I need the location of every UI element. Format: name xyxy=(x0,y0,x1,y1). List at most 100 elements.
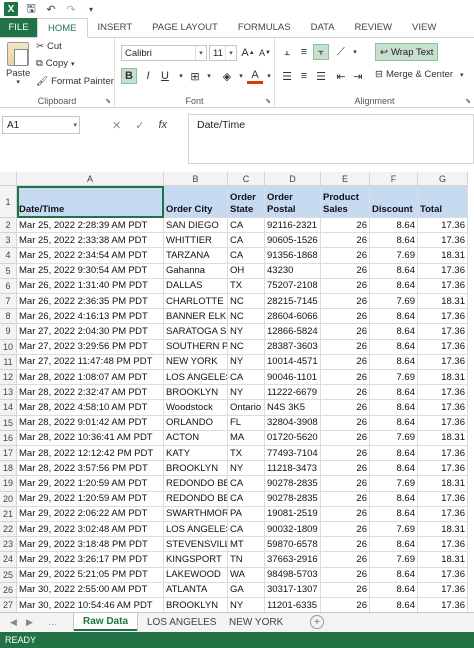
formula-input[interactable]: Date/Time xyxy=(188,114,474,164)
table-cell[interactable]: 90278-2835 xyxy=(265,476,321,492)
table-cell[interactable]: PA xyxy=(228,506,265,522)
customize-icon[interactable]: ▾ xyxy=(84,2,98,16)
table-cell[interactable]: KINGSPORT xyxy=(164,552,228,568)
table-cell[interactable]: SWARTHMOR xyxy=(164,506,228,522)
align-right-icon[interactable]: ☰ xyxy=(313,68,329,84)
table-cell[interactable]: 17.36 xyxy=(418,567,468,583)
tab-data[interactable]: DATA xyxy=(301,18,345,37)
table-cell[interactable]: Mar 26, 2022 1:31:40 PM PDT xyxy=(17,278,164,294)
table-cell[interactable]: OH xyxy=(228,263,265,279)
table-cell[interactable]: 17.36 xyxy=(418,446,468,462)
table-cell[interactable]: Mar 25, 2022 2:34:54 AM PDT xyxy=(17,248,164,264)
column-header-a[interactable]: A xyxy=(17,172,164,186)
table-cell[interactable]: 26 xyxy=(321,248,370,264)
font-size-combo[interactable]: 11 ▾ xyxy=(209,45,237,61)
decrease-indent-icon[interactable]: ⇤ xyxy=(333,68,349,84)
table-cell[interactable]: ORLANDO xyxy=(164,415,228,431)
table-cell[interactable]: NEW YORK xyxy=(164,354,228,370)
header-cell[interactable]: Order State xyxy=(228,186,265,218)
table-cell[interactable]: Mar 29, 2022 1:20:59 AM PDT xyxy=(17,476,164,492)
table-cell[interactable]: 26 xyxy=(321,263,370,279)
table-cell[interactable]: FL xyxy=(228,415,265,431)
table-cell[interactable]: CA xyxy=(228,218,265,234)
table-cell[interactable]: 17.36 xyxy=(418,278,468,294)
table-cell[interactable]: 8.64 xyxy=(370,491,418,507)
table-cell[interactable]: 01720-5620 xyxy=(265,430,321,446)
table-cell[interactable]: 17.36 xyxy=(418,339,468,355)
dialog-launcher-icon[interactable]: ⬊ xyxy=(265,97,271,105)
table-cell[interactable]: 7.69 xyxy=(370,370,418,386)
row-header[interactable]: 16 xyxy=(0,430,17,446)
table-cell[interactable]: 26 xyxy=(321,400,370,416)
table-cell[interactable]: 26 xyxy=(321,415,370,431)
table-cell[interactable]: Mar 26, 2022 4:16:13 PM PDT xyxy=(17,309,164,325)
table-cell[interactable]: NY xyxy=(228,461,265,477)
table-cell[interactable]: REDONDO BE xyxy=(164,491,228,507)
table-cell[interactable]: 8.64 xyxy=(370,324,418,340)
sheet-tab-raw-data[interactable]: Raw Data xyxy=(74,613,138,631)
table-cell[interactable]: 11201-6335 xyxy=(265,598,321,612)
header-cell[interactable]: Total xyxy=(418,186,468,218)
table-cell[interactable]: 26 xyxy=(321,476,370,492)
table-cell[interactable]: TX xyxy=(228,446,265,462)
underline-button[interactable]: U xyxy=(157,68,173,84)
table-cell[interactable]: 11218-3473 xyxy=(265,461,321,477)
name-box[interactable]: A1 ▾ xyxy=(2,116,80,134)
row-header[interactable]: 18 xyxy=(0,461,17,477)
table-cell[interactable]: 26 xyxy=(321,461,370,477)
table-cell[interactable]: Mar 30, 2022 10:54:46 AM PDT xyxy=(17,598,164,612)
table-cell[interactable]: 8.64 xyxy=(370,400,418,416)
table-cell[interactable]: 28604-6066 xyxy=(265,309,321,325)
table-cell[interactable]: 8.64 xyxy=(370,537,418,553)
table-cell[interactable]: ATLANTA xyxy=(164,582,228,598)
dialog-launcher-icon[interactable]: ⬊ xyxy=(465,97,471,105)
row-header[interactable]: 25 xyxy=(0,567,17,583)
row-header[interactable]: 27 xyxy=(0,598,17,612)
table-cell[interactable]: Mar 29, 2022 2:06:22 AM PDT xyxy=(17,506,164,522)
next-sheet-icon[interactable]: ▶ xyxy=(26,617,33,628)
table-cell[interactable]: SAN DIEGO xyxy=(164,218,228,234)
table-cell[interactable]: Mar 29, 2022 1:20:59 AM PDT xyxy=(17,491,164,507)
table-cell[interactable]: 8.64 xyxy=(370,233,418,249)
table-cell[interactable]: 17.36 xyxy=(418,506,468,522)
column-header-g[interactable]: G xyxy=(418,172,468,186)
table-cell[interactable]: 8.64 xyxy=(370,309,418,325)
column-header-d[interactable]: D xyxy=(265,172,321,186)
table-cell[interactable]: 18.31 xyxy=(418,248,468,264)
table-cell[interactable]: Mar 28, 2022 10:36:41 AM PDT xyxy=(17,430,164,446)
table-cell[interactable]: Mar 28, 2022 4:58:10 AM PDT xyxy=(17,400,164,416)
table-cell[interactable]: CA xyxy=(228,522,265,538)
paste-button[interactable]: Paste ▾ xyxy=(6,42,30,86)
table-cell[interactable]: Mar 29, 2022 5:21:05 PM PDT xyxy=(17,567,164,583)
redo-icon[interactable]: ↷ xyxy=(64,2,78,16)
row-header[interactable]: 8 xyxy=(0,309,17,325)
table-cell[interactable]: NY xyxy=(228,385,265,401)
row-header[interactable]: 17 xyxy=(0,446,17,462)
format-painter-button[interactable]: 🖌 Format Painter xyxy=(36,76,114,87)
table-cell[interactable]: Mar 29, 2022 3:18:48 PM PDT xyxy=(17,537,164,553)
table-cell[interactable]: 26 xyxy=(321,278,370,294)
table-cell[interactable]: 12866-5824 xyxy=(265,324,321,340)
table-cell[interactable]: Mar 29, 2022 3:26:17 PM PDT xyxy=(17,552,164,568)
grow-font-button[interactable]: A ▲ xyxy=(240,45,256,61)
table-cell[interactable]: 26 xyxy=(321,309,370,325)
column-header-e[interactable]: E xyxy=(321,172,370,186)
table-cell[interactable]: 7.69 xyxy=(370,430,418,446)
header-cell[interactable]: Product Sales xyxy=(321,186,370,218)
column-header-b[interactable]: B xyxy=(164,172,228,186)
row-header[interactable]: 3 xyxy=(0,233,17,249)
table-cell[interactable]: Mar 27, 2022 11:47:48 PM PDT xyxy=(17,354,164,370)
row-header[interactable]: 12 xyxy=(0,370,17,386)
table-cell[interactable]: 8.64 xyxy=(370,567,418,583)
table-cell[interactable]: 8.64 xyxy=(370,278,418,294)
row-header[interactable]: 23 xyxy=(0,537,17,553)
table-cell[interactable]: 17.36 xyxy=(418,354,468,370)
table-cell[interactable]: 8.64 xyxy=(370,385,418,401)
prev-sheet-icon[interactable]: ◀ xyxy=(10,617,17,628)
table-cell[interactable]: 18.31 xyxy=(418,476,468,492)
table-cell[interactable]: 26 xyxy=(321,430,370,446)
table-cell[interactable]: 26 xyxy=(321,522,370,538)
table-cell[interactable]: TX xyxy=(228,278,265,294)
table-cell[interactable]: Mar 27, 2022 3:29:56 PM PDT xyxy=(17,339,164,355)
table-cell[interactable]: N4S 3K5 xyxy=(265,400,321,416)
